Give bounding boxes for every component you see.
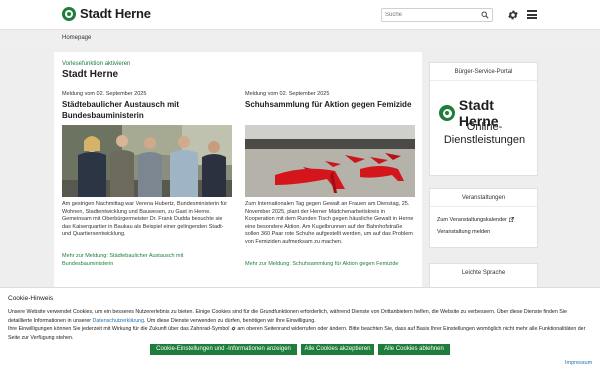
cookie-banner: Cookie-Hinweis Unsere Website verwendet … <box>0 287 600 375</box>
event-calendar-label: Zum Veranstaltungskalender <box>437 217 508 223</box>
news-image[interactable] <box>245 125 415 197</box>
news-card: Meldung vom 02. September 2025 Städtebau… <box>62 91 232 121</box>
reject-all-cookies-button[interactable]: Alle Cookies ablehnen <box>378 344 450 355</box>
gear-icon[interactable] <box>507 9 519 21</box>
online-services-text: Online- Dienstleistungen <box>430 121 539 147</box>
buerger-service-portal-box[interactable]: Bürger-Service-Portal Stadt Herne Online… <box>429 62 538 176</box>
page-title: Stadt Herne <box>62 69 119 80</box>
read-aloud-link[interactable]: Vorlesefunktion aktivieren <box>62 61 130 67</box>
hamburger-menu-icon[interactable] <box>527 10 537 19</box>
online-line1: Online- <box>466 121 503 133</box>
cookie-text-part3: Ihre Einwilligungen können Sie jederzeit… <box>8 326 231 332</box>
cookie-settings-button[interactable]: Cookie-Einstellungen und -Informationen … <box>150 344 297 355</box>
breadcrumb-bar: Homepage <box>0 31 600 48</box>
report-event-link[interactable]: Veranstaltung melden <box>437 229 490 235</box>
accept-all-cookies-button[interactable]: Alle Cookies akzeptieren <box>301 344 374 355</box>
cookie-text-part2: . Um diese Dienste verwenden zu dürfen, … <box>144 317 316 324</box>
search-input[interactable] <box>385 10 475 20</box>
news-title[interactable]: Städtebaulicher Austausch mit Bundesbaum… <box>62 99 232 121</box>
news-excerpt: Zum Internationalen Tag gegen Gewalt an … <box>245 201 414 245</box>
news-excerpt: Am gestrigen Nachmittag war Verena Huber… <box>62 201 228 238</box>
privacy-policy-link[interactable]: Datenschutzerklärung <box>93 318 145 324</box>
herne-logo-icon <box>439 105 455 121</box>
herne-logo-icon <box>62 6 76 21</box>
news-image[interactable] <box>62 125 232 197</box>
search-box <box>381 8 493 22</box>
simple-language-heading: Leichte Sprache <box>461 270 506 276</box>
external-link-icon <box>509 217 515 223</box>
news-card: Meldung vom 02. September 2025 Schuhsamm… <box>245 91 415 110</box>
breadcrumb-home[interactable]: Homepage <box>62 35 91 41</box>
cookie-text: Unsere Website verwendet Cookies, um ein… <box>8 308 592 342</box>
news-date: Meldung vom 02. September 2025 <box>62 91 147 97</box>
simple-language-box[interactable]: Leichte Sprache <box>429 263 538 289</box>
event-calendar-link[interactable]: Zum Veranstaltungskalender <box>437 217 515 223</box>
news-date: Meldung vom 02. September 2025 <box>245 91 330 97</box>
news-more-link[interactable]: Mehr zur Meldung: Schuhsammlung für Akti… <box>245 261 420 269</box>
news-title[interactable]: Schuhsammlung für Aktion gegen Femizide <box>245 99 415 110</box>
logo-text: Stadt Herne <box>80 6 151 21</box>
impressum-link[interactable]: Impressum <box>565 360 592 366</box>
events-heading: Veranstaltungen <box>430 189 537 207</box>
online-line2: Dienstleistungen <box>443 134 526 146</box>
news-more-link[interactable]: Mehr zur Meldung: Städtebaulicher Austau… <box>62 253 212 268</box>
buerger-service-heading: Bürger-Service-Portal <box>430 63 537 81</box>
site-logo[interactable]: Stadt Herne <box>62 6 151 21</box>
cookie-title: Cookie-Hinweis <box>8 295 54 302</box>
search-icon[interactable] <box>481 11 489 19</box>
events-box: Veranstaltungen Zum Veranstaltungskalend… <box>429 188 538 248</box>
site-header: Stadt Herne <box>0 0 600 30</box>
